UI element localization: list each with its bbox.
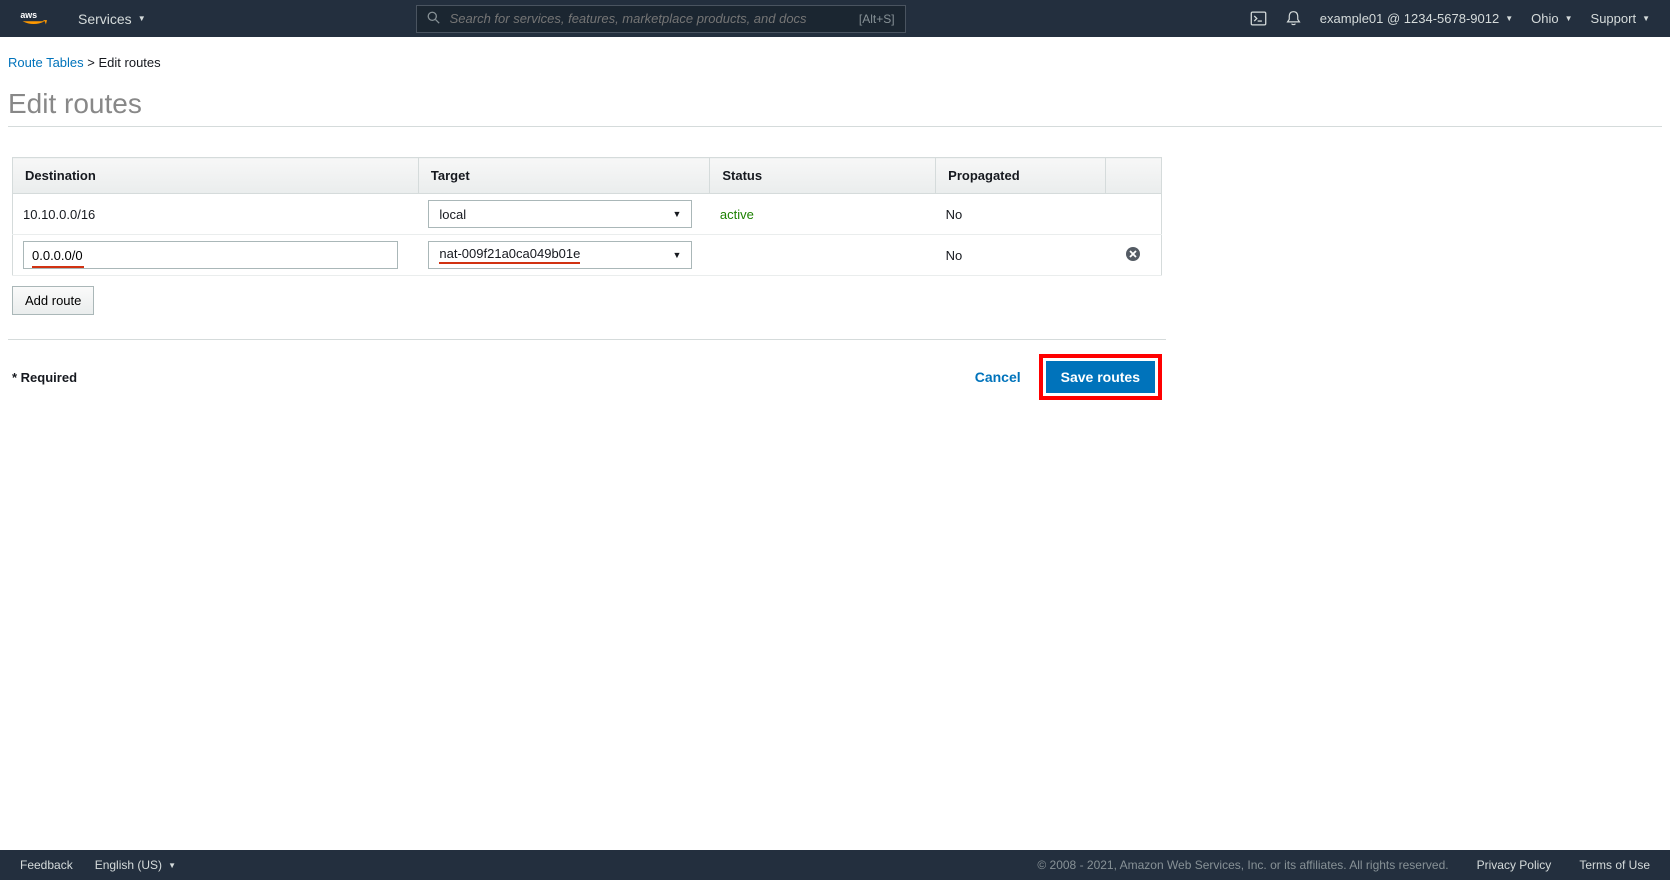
table-header-row: Destination Target Status Propagated bbox=[13, 158, 1162, 194]
region-menu[interactable]: Ohio ▼ bbox=[1531, 11, 1572, 26]
header-actions bbox=[1105, 158, 1161, 194]
chevron-down-icon: ▼ bbox=[672, 209, 681, 219]
table-row: 10.10.0.0/16 local ▼ active No bbox=[13, 194, 1162, 235]
svg-text:aws: aws bbox=[20, 9, 37, 19]
chevron-down-icon: ▼ bbox=[138, 14, 146, 23]
table-row: nat-009f21a0ca049b01e ▼ No bbox=[13, 235, 1162, 276]
required-note: * Required bbox=[12, 370, 77, 385]
actions-right: Cancel Save routes bbox=[965, 354, 1162, 400]
footer-actions: * Required Cancel Save routes bbox=[8, 339, 1166, 400]
routes-panel: Destination Target Status Propagated 10.… bbox=[12, 157, 1162, 315]
chevron-down-icon: ▼ bbox=[168, 861, 176, 870]
search-icon bbox=[427, 11, 440, 27]
cell-status: active bbox=[710, 194, 936, 235]
title-divider bbox=[8, 126, 1662, 127]
account-label: example01 @ 1234-5678-9012 bbox=[1320, 11, 1499, 26]
cell-target: nat-009f21a0ca049b01e ▼ bbox=[418, 235, 709, 276]
save-routes-button[interactable]: Save routes bbox=[1046, 361, 1155, 393]
notifications-icon[interactable] bbox=[1285, 10, 1302, 27]
support-label: Support bbox=[1591, 11, 1637, 26]
chevron-down-icon: ▼ bbox=[1642, 14, 1650, 23]
services-menu[interactable]: Services ▼ bbox=[78, 11, 146, 27]
breadcrumb-sep: > bbox=[87, 55, 98, 70]
cell-propagated: No bbox=[936, 235, 1105, 276]
chevron-down-icon: ▼ bbox=[1505, 14, 1513, 23]
search-shortcut: [Alt+S] bbox=[859, 12, 895, 26]
copyright-text: © 2008 - 2021, Amazon Web Services, Inc.… bbox=[1037, 858, 1448, 872]
target-select[interactable]: nat-009f21a0ca049b01e ▼ bbox=[428, 241, 692, 269]
support-menu[interactable]: Support ▼ bbox=[1591, 11, 1650, 26]
header-status: Status bbox=[710, 158, 936, 194]
save-highlight: Save routes bbox=[1039, 354, 1162, 400]
target-select[interactable]: local ▼ bbox=[428, 200, 692, 228]
search-container: [Alt+S] bbox=[416, 5, 906, 33]
header-target: Target bbox=[418, 158, 709, 194]
chevron-down-icon: ▼ bbox=[672, 250, 681, 260]
account-menu[interactable]: example01 @ 1234-5678-9012 ▼ bbox=[1320, 11, 1513, 26]
bottom-right: © 2008 - 2021, Amazon Web Services, Inc.… bbox=[1037, 858, 1650, 872]
status-badge: active bbox=[720, 207, 754, 222]
cell-destination: 10.10.0.0/16 bbox=[13, 194, 419, 235]
cell-status bbox=[710, 235, 936, 276]
header-propagated: Propagated bbox=[936, 158, 1105, 194]
header-destination: Destination bbox=[13, 158, 419, 194]
remove-route-button[interactable] bbox=[1125, 246, 1141, 262]
bottom-bar: Feedback English (US) ▼ © 2008 - 2021, A… bbox=[0, 850, 1670, 880]
destination-input[interactable] bbox=[23, 241, 398, 269]
target-value: nat-009f21a0ca049b01e bbox=[439, 246, 580, 264]
feedback-link[interactable]: Feedback bbox=[20, 858, 73, 872]
region-label: Ohio bbox=[1531, 11, 1558, 26]
aws-logo[interactable]: aws bbox=[20, 9, 54, 29]
terms-link[interactable]: Terms of Use bbox=[1579, 858, 1650, 872]
cell-propagated: No bbox=[936, 194, 1105, 235]
target-value: local bbox=[439, 207, 466, 222]
cancel-button[interactable]: Cancel bbox=[965, 363, 1031, 391]
chevron-down-icon: ▼ bbox=[1565, 14, 1573, 23]
privacy-link[interactable]: Privacy Policy bbox=[1477, 858, 1552, 872]
cell-destination bbox=[13, 235, 419, 276]
add-route-button[interactable]: Add route bbox=[12, 286, 94, 315]
language-label: English (US) bbox=[95, 858, 162, 872]
page-title: Edit routes bbox=[8, 88, 1662, 120]
nav-right: example01 @ 1234-5678-9012 ▼ Ohio ▼ Supp… bbox=[1250, 10, 1650, 27]
language-menu[interactable]: English (US) ▼ bbox=[95, 858, 176, 872]
routes-table: Destination Target Status Propagated 10.… bbox=[12, 157, 1162, 276]
bottom-left: Feedback English (US) ▼ bbox=[20, 858, 176, 872]
breadcrumb: Route Tables > Edit routes bbox=[8, 47, 1662, 78]
cell-target: local ▼ bbox=[418, 194, 709, 235]
page-content: Route Tables > Edit routes Edit routes D… bbox=[0, 37, 1670, 400]
breadcrumb-current: Edit routes bbox=[99, 55, 161, 70]
services-label: Services bbox=[78, 11, 132, 27]
breadcrumb-root-link[interactable]: Route Tables bbox=[8, 55, 84, 70]
cell-remove bbox=[1105, 194, 1161, 235]
top-nav: aws Services ▼ [Alt+S] example01 @ 1234-… bbox=[0, 0, 1670, 37]
cell-remove bbox=[1105, 235, 1161, 276]
search-input[interactable] bbox=[450, 11, 859, 26]
cloudshell-icon[interactable] bbox=[1250, 10, 1267, 27]
search-box[interactable]: [Alt+S] bbox=[416, 5, 906, 33]
